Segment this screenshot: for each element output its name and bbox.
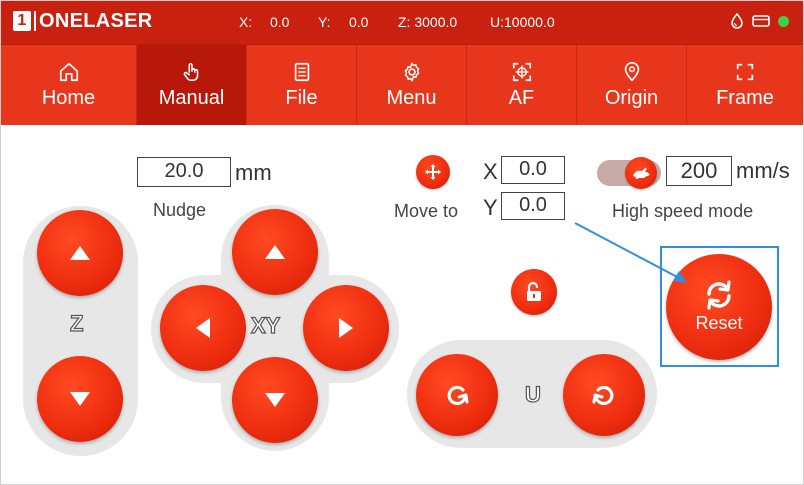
nav-home-label: Home	[41, 86, 96, 109]
logo: 1 ONELASER	[13, 9, 153, 33]
speed-input[interactable]: 200	[666, 156, 732, 186]
x-right-button[interactable]	[303, 285, 389, 371]
u-pad-label: U	[524, 381, 541, 407]
annotation-arrow	[574, 222, 687, 283]
location-pin-icon	[624, 61, 639, 81]
nudge-unit: mm	[235, 160, 272, 185]
nav-af[interactable]: AF	[467, 45, 577, 125]
move-y-input[interactable]: 0.0	[501, 192, 565, 220]
rotate-cw-icon	[592, 385, 614, 406]
z-down-button[interactable]	[37, 356, 123, 442]
gear-icon	[404, 62, 419, 81]
reset-label: Reset	[695, 313, 743, 333]
manual-control-panel: 20.0 mm Nudge Z XY Move to X 0.0 Y 0.0 2…	[1, 125, 803, 484]
nav-menu-label: Menu	[386, 86, 437, 109]
triangle-up-icon	[70, 246, 90, 260]
speed-unit: mm/s	[736, 158, 790, 183]
triangle-right-icon	[339, 318, 353, 338]
nav-origin[interactable]: Origin	[577, 45, 687, 125]
status-icons	[730, 13, 789, 29]
z-up-button[interactable]	[37, 210, 123, 296]
z-pad-label: Z	[69, 310, 84, 336]
nav-origin-label: Origin	[604, 86, 659, 109]
nudge-label: Nudge	[153, 200, 207, 220]
frame-corners-icon	[736, 63, 754, 80]
autofocus-crosshair-icon	[512, 62, 531, 81]
nav-file-label: File	[285, 86, 318, 109]
nav-af-label: AF	[508, 86, 535, 109]
logo-divider	[34, 11, 36, 31]
nudge-input[interactable]: 20.0	[137, 157, 231, 187]
triangle-down-icon	[70, 392, 90, 406]
move-y-label: Y	[483, 195, 498, 220]
toggle-knob	[625, 157, 657, 189]
y-coord-label: Y:	[318, 14, 331, 30]
file-list-icon	[294, 62, 309, 81]
main-navigation: Home Manual File Menu AF Origin Frame	[1, 44, 803, 125]
xy-pad-label: XY	[250, 312, 281, 338]
nav-frame[interactable]: Frame	[687, 45, 803, 125]
u-rotate-cw-button[interactable]	[563, 354, 645, 436]
unlock-icon	[527, 281, 541, 301]
rotate-ccw-icon	[447, 385, 469, 406]
move-to-label: Move to	[394, 201, 459, 221]
triangle-up-icon	[265, 245, 285, 259]
move-to-button[interactable]	[416, 155, 450, 189]
nav-menu[interactable]: Menu	[357, 45, 467, 125]
high-speed-toggle[interactable]	[597, 157, 661, 189]
nav-home[interactable]: Home	[1, 45, 137, 125]
unlock-button[interactable]	[511, 269, 557, 315]
move-x-label: X	[483, 159, 498, 184]
nav-file[interactable]: File	[247, 45, 357, 125]
y-down-button[interactable]	[232, 357, 318, 443]
triangle-down-icon	[265, 393, 285, 407]
logo-mark: 1	[13, 11, 31, 31]
rabbit-icon	[633, 167, 650, 179]
water-drop-icon	[731, 13, 743, 29]
x-coord-value: 0.0	[270, 14, 290, 30]
hand-pointer-icon	[183, 62, 198, 81]
logo-text: ONELASER	[39, 9, 153, 32]
move-x-input[interactable]: 0.0	[501, 156, 565, 184]
nav-frame-label: Frame	[716, 86, 774, 109]
x-left-button[interactable]	[160, 285, 246, 371]
card-icon	[752, 15, 770, 27]
y-up-button[interactable]	[232, 209, 318, 295]
top-status-bar: 1 ONELASER X: 0.0 Y: 0.0 Z: 3000.0 U:100…	[1, 1, 803, 44]
u-coord: U:10000.0	[490, 14, 555, 30]
move-arrows-icon	[425, 164, 441, 180]
triangle-left-icon	[196, 318, 210, 338]
app-window: 1 ONELASER X: 0.0 Y: 0.0 Z: 3000.0 U:100…	[0, 0, 804, 485]
home-icon	[59, 62, 78, 81]
connection-dot-icon	[778, 15, 789, 27]
nav-manual[interactable]: Manual	[137, 45, 247, 125]
z-coord: Z: 3000.0	[398, 14, 458, 30]
x-coord-label: X:	[239, 14, 253, 30]
y-coord-value: 0.0	[349, 14, 369, 30]
refresh-icon	[707, 280, 731, 310]
u-rotate-ccw-button[interactable]	[416, 354, 498, 436]
nav-manual-label: Manual	[158, 86, 225, 109]
